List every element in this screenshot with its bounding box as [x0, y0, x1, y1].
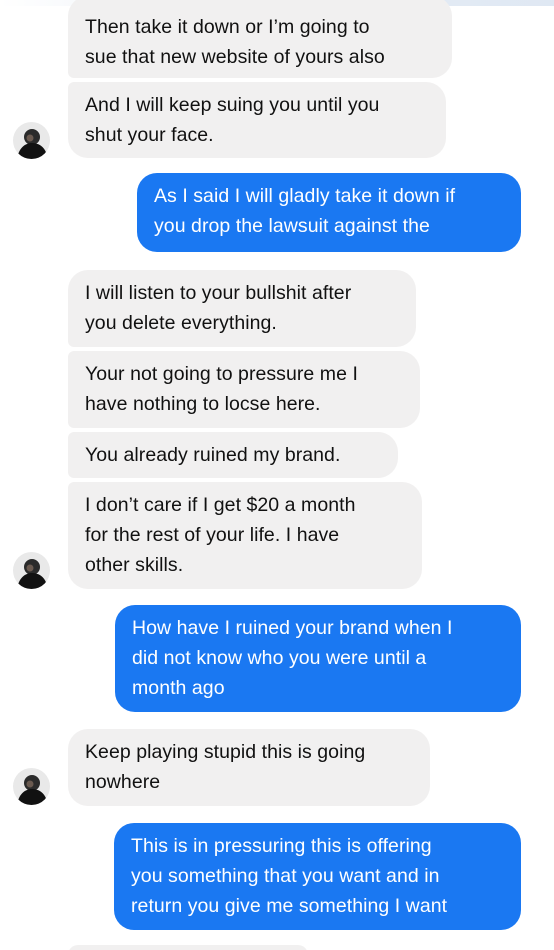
message-line: Keep playing stupid this is going: [85, 741, 366, 763]
message-bubble-incoming-partial[interactable]: [68, 945, 308, 950]
message-line: have nothing to locse here.: [85, 393, 321, 415]
message-line: You already ruined my brand.: [85, 444, 341, 466]
message-thread[interactable]: Then take it down or I’m going to sue th…: [0, 0, 554, 950]
message-line: you drop the lawsuit against the: [154, 215, 430, 237]
contact-avatar-icon[interactable]: [13, 552, 50, 589]
message-bubble-incoming[interactable]: I will listen to your bullshit after you…: [68, 270, 416, 347]
message-bubble-incoming[interactable]: Your not going to pressure me I have not…: [68, 351, 420, 428]
message-line: Then take it down or I’m going to: [85, 16, 370, 38]
contact-avatar-icon[interactable]: [13, 122, 50, 159]
message-line: I don’t care if I get $20 a month: [85, 494, 356, 516]
message-line: nowhere: [85, 771, 161, 793]
message-line: I will listen to your bullshit after: [85, 282, 352, 304]
message-line: you delete everything.: [85, 312, 277, 334]
message-line: As I said I will gladly take it down if: [154, 185, 456, 207]
message-line: return you give me something I want: [131, 895, 448, 917]
message-line: shut your face.: [85, 124, 214, 146]
message-bubble-outgoing[interactable]: This is in pressuring this is offering y…: [114, 823, 521, 930]
message-line: And I will keep suing you until you: [85, 94, 380, 116]
message-line: How have I ruined your brand when I: [132, 617, 453, 639]
message-bubble-outgoing[interactable]: As I said I will gladly take it down if …: [137, 173, 521, 252]
message-bubble-incoming[interactable]: Keep playing stupid this is going nowher…: [68, 729, 430, 806]
contact-avatar-icon[interactable]: [13, 768, 50, 805]
message-line: other skills.: [85, 554, 184, 576]
message-line: Your not going to pressure me I: [85, 363, 358, 385]
message-line: sue that new website of yours also: [85, 46, 385, 68]
message-bubble-incoming[interactable]: You already ruined my brand.: [68, 432, 398, 478]
message-line: you something that you want and in: [131, 865, 440, 887]
message-line: did not know who you were until a: [132, 647, 427, 669]
message-bubble-incoming[interactable]: Then take it down or I’m going to sue th…: [68, 0, 452, 78]
message-line: month ago: [132, 677, 225, 699]
message-bubble-incoming[interactable]: And I will keep suing you until you shut…: [68, 82, 446, 158]
message-bubble-incoming[interactable]: I don’t care if I get $20 a month for th…: [68, 482, 422, 589]
message-line: for the rest of your life. I have: [85, 524, 340, 546]
message-line: This is in pressuring this is offering: [131, 835, 432, 857]
message-bubble-outgoing[interactable]: How have I ruined your brand when I did …: [115, 605, 521, 712]
